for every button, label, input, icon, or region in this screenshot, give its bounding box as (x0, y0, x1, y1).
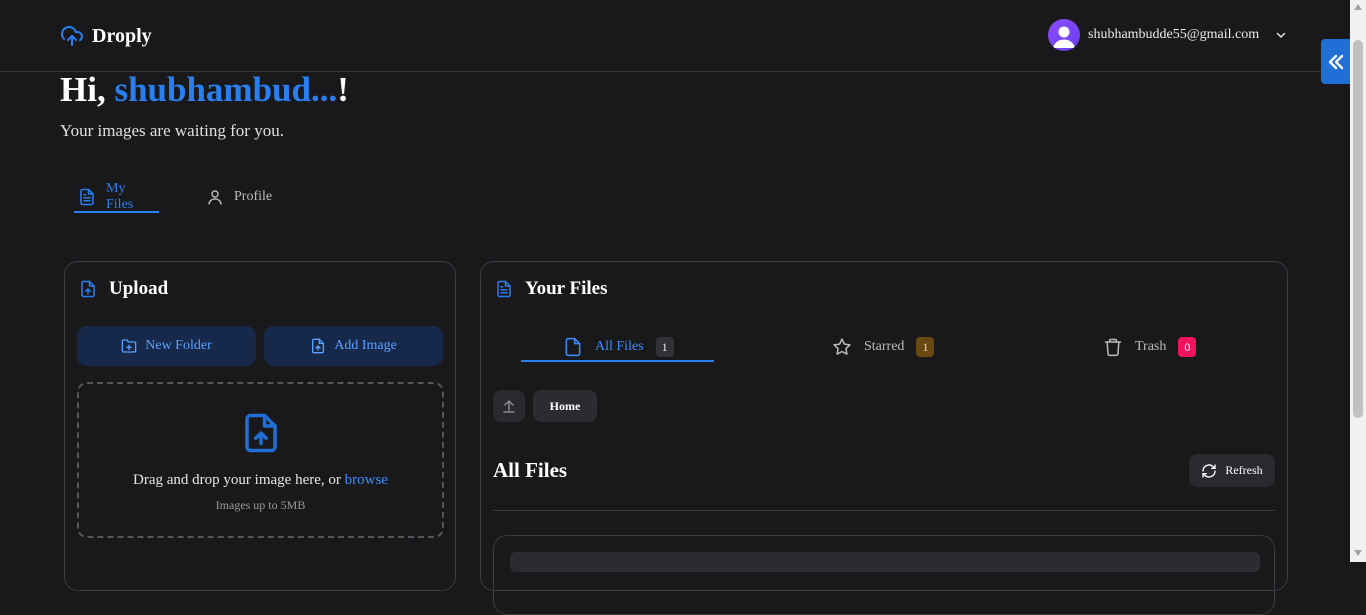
browse-link[interactable]: browse (345, 472, 388, 488)
dropzone-text: Drag and drop your image here, or browse (79, 472, 442, 489)
file-text-icon (78, 188, 96, 206)
add-image-label: Add Image (334, 338, 397, 353)
trash-count-badge: 0 (1178, 337, 1197, 357)
all-files-heading: All Files (493, 458, 568, 482)
greeting-username: shubhambud... (114, 70, 338, 109)
brand[interactable]: Droply (60, 24, 152, 48)
files-card: Your Files All Files 1 Starred 1 Trash 0… (480, 261, 1288, 615)
dropzone-hint: Images up to 5MB (215, 498, 306, 512)
tab-trash[interactable]: Trash 0 (1103, 334, 1197, 360)
greeting-suffix: ! (337, 70, 349, 109)
greeting-prefix: Hi, (60, 70, 115, 109)
new-folder-label: New Folder (145, 338, 212, 353)
tab-trash-label: Trash (1135, 339, 1167, 354)
sidebar-toggle-button[interactable] (1321, 39, 1351, 84)
upload-card-title: Upload (79, 278, 168, 300)
double-chevron-left-icon (1326, 52, 1346, 72)
brand-name: Droply (92, 24, 152, 47)
avatar[interactable] (1048, 19, 1080, 51)
trash-icon (1103, 337, 1123, 357)
cloud-upload-icon (60, 24, 84, 48)
file-icon (563, 337, 583, 357)
active-tab-indicator (74, 211, 159, 213)
refresh-label: Refresh (1225, 463, 1263, 477)
new-folder-button[interactable]: New Folder (77, 326, 256, 366)
divider (493, 510, 1275, 511)
scrollbar-thumb[interactable] (1353, 40, 1363, 418)
tab-starred[interactable]: Starred 1 (832, 334, 935, 360)
scroll-up-arrow-icon[interactable] (1354, 4, 1362, 10)
upload-title: Upload (109, 278, 169, 299)
all-files-count-badge: 1 (655, 337, 674, 357)
upload-card: Upload New Folder Add Image Drag and dro… (64, 261, 456, 591)
user-email: shubhambudde55@gmail.com (1088, 27, 1260, 42)
user-icon (206, 188, 224, 206)
tab-my-files-label: My Files (106, 181, 134, 212)
image-dropzone[interactable]: Drag and drop your image here, or browse… (77, 382, 444, 538)
file-upload-large-icon (240, 409, 282, 457)
arrow-up-icon (501, 398, 517, 414)
scroll-down-arrow-icon[interactable] (1354, 550, 1362, 556)
tab-profile[interactable]: Profile (206, 182, 272, 212)
tab-starred-label: Starred (864, 339, 905, 354)
file-plus-icon (310, 338, 326, 354)
tab-my-files[interactable]: My Files (78, 181, 134, 212)
starred-count-badge: 1 (916, 337, 935, 357)
top-header: Droply shubhambudde55@gmail.com (0, 0, 1350, 72)
greeting-subtitle: Your images are waiting for you. (60, 121, 284, 140)
star-icon (832, 337, 852, 357)
files-title: Your Files (525, 278, 608, 299)
tab-all-files-label: All Files (595, 339, 644, 354)
folder-plus-icon (121, 338, 137, 354)
user-menu[interactable]: shubhambudde55@gmail.com (1048, 19, 1287, 51)
greeting-title: Hi, shubhambud...! (60, 70, 349, 110)
dropzone-instruction: Drag and drop your image here, or (133, 472, 345, 488)
navigate-up-button[interactable] (493, 390, 525, 422)
file-text-icon (495, 279, 513, 299)
file-upload-icon (79, 279, 97, 299)
page-scrollbar[interactable] (1350, 0, 1366, 562)
file-list-header (510, 552, 1260, 572)
files-active-tab-indicator (521, 360, 714, 362)
files-card-title: Your Files (495, 278, 608, 300)
chevron-down-icon[interactable] (1275, 29, 1287, 41)
tab-all-files[interactable]: All Files 1 (563, 334, 674, 360)
breadcrumb-home[interactable]: Home (533, 390, 597, 422)
add-image-button[interactable]: Add Image (264, 326, 443, 366)
file-list (493, 535, 1275, 615)
tab-profile-label: Profile (234, 189, 273, 204)
refresh-button[interactable]: Refresh (1189, 454, 1275, 487)
refresh-icon (1201, 463, 1217, 479)
